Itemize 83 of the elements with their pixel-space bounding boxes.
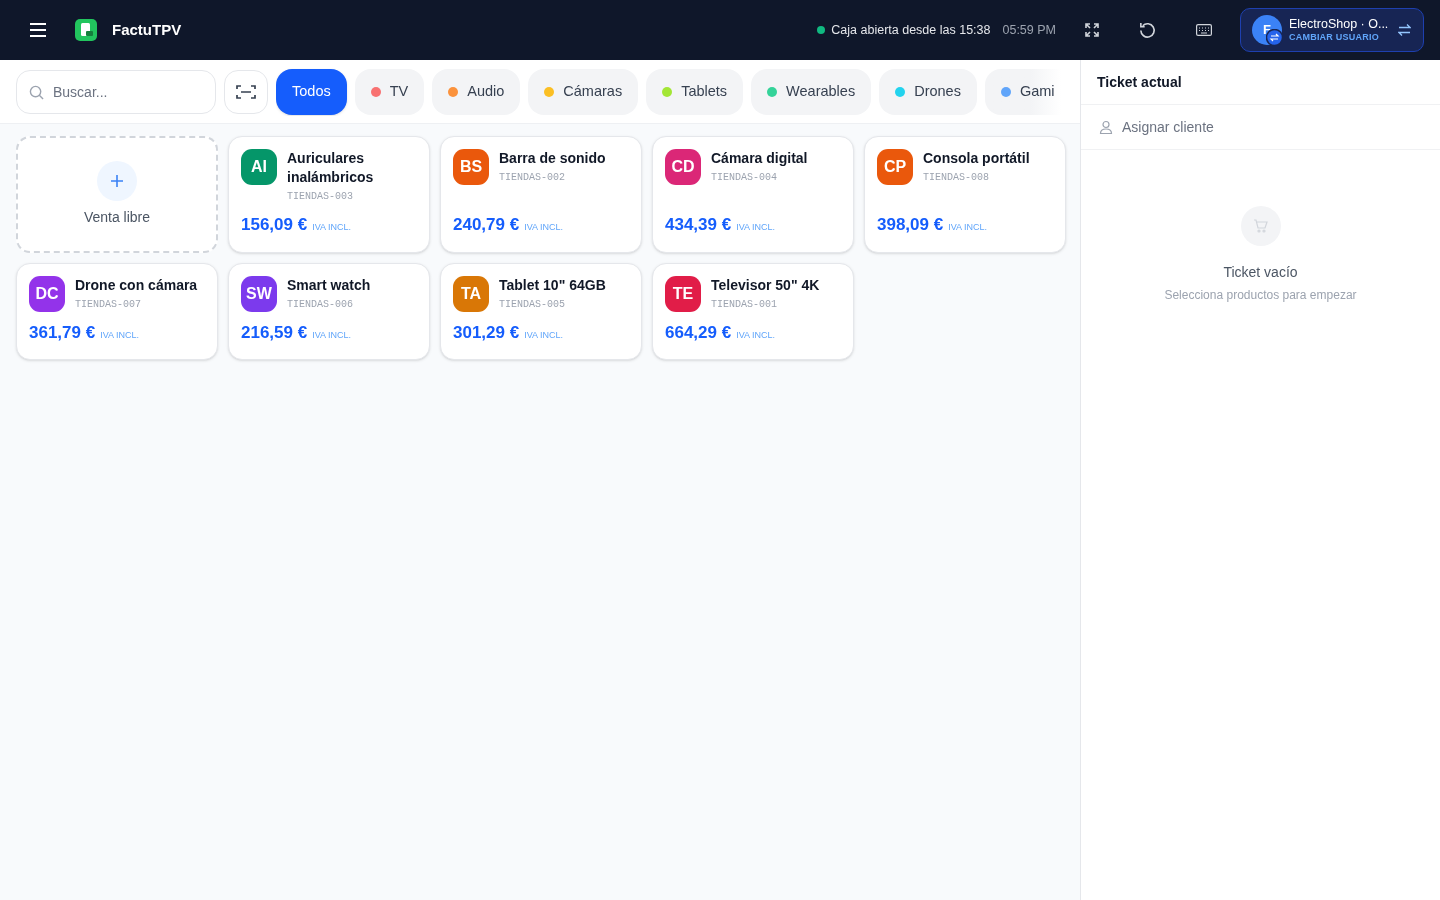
refresh-icon: [1137, 20, 1157, 40]
product-avatar: DC: [29, 275, 65, 312]
product-avatar: CP: [877, 149, 913, 185]
product-sku: TIENDAS-003: [287, 190, 354, 204]
user-icon: [1099, 120, 1113, 134]
product-name: Cámara digital: [711, 149, 808, 168]
product-price: 240,79 €: [453, 214, 520, 236]
product-price: 434,39 €: [665, 214, 732, 236]
product-sku: TIENDAS-001: [711, 297, 778, 312]
swap-icon: [1398, 24, 1411, 36]
product-sku: TIENDAS-005: [499, 297, 566, 312]
product-card[interactable]: AI Auriculares inalámbricos TIENDAS-003 156,09 € IVA INCL.: [228, 136, 430, 253]
product-name: Consola portátil: [923, 149, 1030, 168]
scan-button[interactable]: [224, 69, 268, 114]
tax-label: IVA INCL.: [312, 221, 352, 234]
product-name: Auriculares inalámbricos: [287, 149, 375, 187]
refresh-button[interactable]: [1137, 20, 1157, 40]
tax-label: IVA INCL.: [100, 328, 140, 342]
product-avatar: BS: [453, 149, 489, 185]
product-card[interactable]: TE Televisor 50" 4K TIENDAS-001 664,29 € IVA INCL.: [652, 262, 854, 360]
product-avatar: TA: [453, 275, 489, 312]
register-status: Caja abierta desde las 15:38: [831, 21, 991, 39]
cart-icon: [1253, 219, 1268, 233]
product-sku: TIENDAS-007: [75, 297, 142, 312]
switch-user-label: CAMBIAR USUARIO: [1289, 32, 1379, 44]
menu-button[interactable]: [28, 20, 48, 40]
logo-icon: [75, 19, 97, 41]
product-card[interactable]: SW Smart watch TIENDAS-006 216,59 € IVA INCL.: [228, 262, 430, 360]
product-card[interactable]: BS Barra de sonido TIENDAS-002 240,79 € IVA INCL.: [440, 136, 642, 253]
user-switch-button[interactable]: F ElectroShop · O... CAMBIAR USUARIO: [1240, 8, 1424, 52]
category-tab[interactable]: Todos: [276, 68, 347, 115]
category-tab[interactable]: Wearables: [751, 68, 872, 115]
product-sku: TIENDAS-008: [923, 171, 990, 185]
product-sku: TIENDAS-006: [287, 297, 354, 312]
search-icon: [29, 84, 44, 100]
product-price: 361,79 €: [29, 321, 96, 344]
keyboard-icon: [1196, 24, 1212, 36]
product-avatar: TE: [665, 275, 701, 312]
assign-customer-button[interactable]: Asignar cliente: [1081, 105, 1440, 150]
product-price: 398,09 €: [877, 214, 944, 236]
product-sku: TIENDAS-004: [711, 171, 778, 185]
product-name: Smart watch: [287, 275, 371, 295]
product-avatar: CD: [665, 149, 701, 185]
category-tab[interactable]: Drones: [879, 68, 977, 115]
product-avatar: AI: [241, 149, 277, 185]
tax-label: IVA INCL.: [736, 221, 776, 234]
product-card[interactable]: CP Consola portátil TIENDAS-008 398,09 € IVA INCL.: [864, 136, 1066, 253]
product-price: 156,09 €: [241, 214, 308, 236]
empty-title: Ticket vacío: [1223, 263, 1298, 282]
category-tab[interactable]: Cámaras: [528, 68, 639, 115]
category-tab[interactable]: Audio: [432, 68, 521, 115]
panel-title: Ticket actual: [1097, 72, 1182, 92]
category-tab[interactable]: Tablets: [646, 68, 744, 115]
tax-label: IVA INCL.: [312, 328, 352, 342]
tax-label: IVA INCL.: [948, 221, 988, 234]
menu-icon: [29, 23, 47, 37]
fullscreen-icon: [1085, 23, 1099, 37]
free-sale-label: Venta libre: [83, 207, 151, 227]
tax-label: IVA INCL.: [736, 328, 776, 342]
product-price: 216,59 €: [241, 321, 308, 344]
app-name: FactuTPV: [112, 19, 182, 40]
search-field[interactable]: Buscar...: [16, 69, 216, 114]
empty-message: Selecciona productos para empezar: [1164, 287, 1357, 304]
clock-time: 05:59 PM: [1002, 21, 1056, 39]
product-price: 664,29 €: [665, 321, 732, 344]
add-icon: [97, 160, 137, 201]
scan-icon: [236, 83, 256, 100]
category-tab[interactable]: TV: [354, 68, 425, 115]
tax-label: IVA INCL.: [524, 328, 564, 342]
user-name: ElectroShop · O...: [1289, 16, 1389, 33]
product-name: Drone con cámara: [75, 275, 198, 295]
product-name: Televisor 50" 4K: [711, 275, 820, 295]
product-name: Barra de sonido: [499, 149, 606, 168]
free-sale-card[interactable]: Venta libre: [16, 136, 218, 253]
product-card[interactable]: CD Cámara digital TIENDAS-004 434,39 € IVA INCL.: [652, 136, 854, 253]
product-name: Tablet 10" 64GB: [499, 275, 606, 295]
product-sku: TIENDAS-002: [499, 171, 566, 185]
product-price: 301,29 €: [453, 321, 520, 344]
fullscreen-button[interactable]: [1082, 20, 1102, 40]
product-card[interactable]: TA Tablet 10" 64GB TIENDAS-005 301,29 € IVA INCL.: [440, 262, 642, 360]
product-avatar: SW: [241, 275, 277, 312]
product-card[interactable]: DC Drone con cámara TIENDAS-007 361,79 € IVA INCL.: [16, 262, 218, 360]
tax-label: IVA INCL.: [524, 221, 564, 234]
